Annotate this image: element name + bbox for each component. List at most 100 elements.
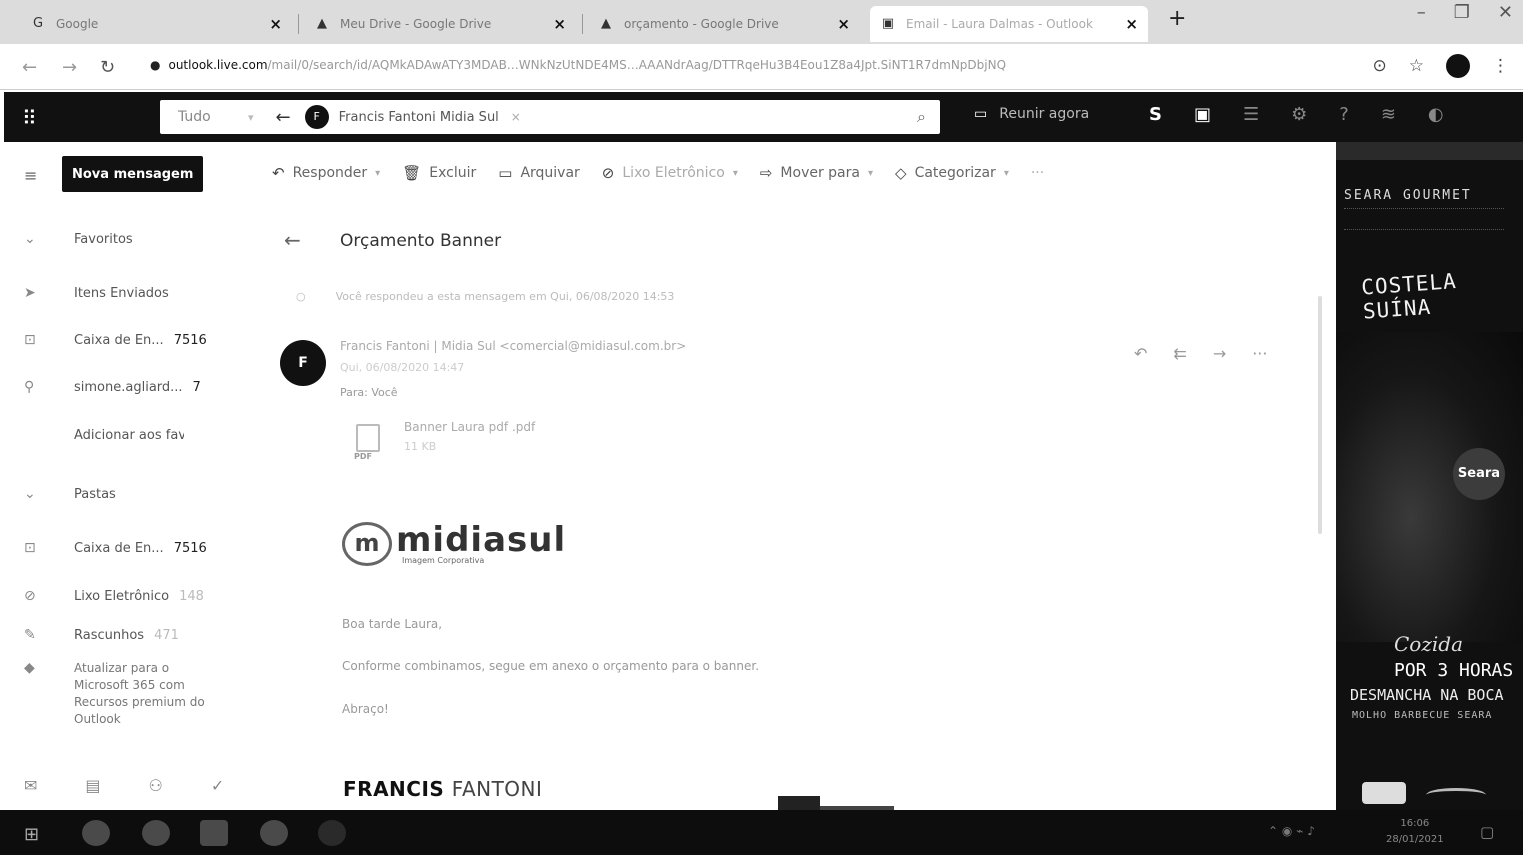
reading-pane-scrollbar[interactable] bbox=[1318, 296, 1322, 534]
tab-orcamento-drive[interactable]: ▲ orçamento - Google Drive × bbox=[588, 6, 860, 42]
chevron-down-icon[interactable]: ▾ bbox=[733, 168, 738, 179]
trash-icon: 🗑 bbox=[402, 164, 422, 182]
video-icon: ▭ bbox=[974, 106, 988, 122]
upgrade-text: Atualizar para o Microsoft 365 com Recur… bbox=[74, 661, 205, 726]
feedback-icon[interactable]: ☰ bbox=[1243, 104, 1259, 125]
sender-avatar[interactable]: F bbox=[280, 340, 326, 386]
hamburger-menu-icon[interactable]: ≡ bbox=[24, 166, 37, 185]
ad-claim-text: DESMANCHA NA BOCA bbox=[1350, 686, 1504, 704]
search-box[interactable]: Tudo ▾ ← F Francis Fantoni Midia Sul × ⌕ bbox=[160, 100, 940, 134]
reply-button[interactable]: ↶ Responder ▾ bbox=[272, 164, 380, 182]
outlook-header: ⠿ Tudo ▾ ← F Francis Fantoni Midia Sul ×… bbox=[4, 92, 1523, 142]
chevron-down-icon[interactable]: ▾ bbox=[248, 111, 254, 124]
tab-close-icon[interactable]: × bbox=[1125, 15, 1138, 33]
office-icon[interactable]: ▣ bbox=[1194, 104, 1211, 125]
restore-icon[interactable]: ❐ bbox=[1454, 2, 1470, 23]
help-icon[interactable]: ? bbox=[1339, 104, 1349, 125]
taskbar-clock[interactable]: 16:06 28/01/2021 bbox=[1386, 816, 1444, 848]
categorize-button[interactable]: ◇ Categorizar ▾ bbox=[895, 164, 1009, 182]
tab-google[interactable]: G Google × bbox=[20, 6, 292, 42]
chrome-app-icon[interactable] bbox=[142, 820, 170, 846]
settings-gear-icon[interactable]: ⚙ bbox=[1291, 104, 1307, 125]
forward-icon[interactable]: → bbox=[62, 57, 77, 78]
logo-name: midiasul bbox=[396, 519, 567, 560]
forward-icon[interactable]: → bbox=[1213, 344, 1226, 363]
kebab-menu-icon[interactable]: ⋮ bbox=[1492, 56, 1509, 76]
app-launcher-icon[interactable]: ⠿ bbox=[22, 106, 37, 130]
nav-inbox-favorite[interactable]: ⊡ Caixa de En... 7516 bbox=[0, 327, 255, 353]
tab-close-icon[interactable]: × bbox=[837, 15, 850, 33]
search-chip-close-icon[interactable]: × bbox=[511, 110, 521, 124]
nav-folders[interactable]: ⌄ Pastas bbox=[0, 481, 255, 507]
unread-count: 7516 bbox=[173, 332, 207, 348]
new-tab-button[interactable]: + bbox=[1168, 6, 1186, 31]
chevron-down-icon[interactable]: ▾ bbox=[1004, 168, 1009, 179]
nav-label: simone.agliard... bbox=[74, 379, 183, 395]
chevron-down-icon[interactable]: ▾ bbox=[868, 168, 873, 179]
close-window-icon[interactable]: ✕ bbox=[1498, 2, 1513, 23]
clock-time: 16:06 bbox=[1400, 818, 1430, 829]
reload-icon[interactable]: ↻ bbox=[100, 57, 115, 78]
ad-cooked-text: Cozida bbox=[1394, 632, 1464, 656]
nav-favorites[interactable]: ⌄ Favoritos bbox=[0, 226, 255, 252]
nav-inbox[interactable]: ⊡ Caixa de En... 7516 bbox=[0, 535, 255, 561]
account-avatar-icon[interactable]: ◐ bbox=[1428, 104, 1444, 125]
system-tray-icons[interactable]: ⌃ ◉ ⌁ ♪ bbox=[1268, 824, 1315, 838]
cast-icon[interactable]: ⊙ bbox=[1373, 56, 1387, 76]
back-arrow-icon[interactable]: ← bbox=[284, 228, 301, 252]
advertisement-panel[interactable]: SEARA GOURMET COSTELA SUÍNA Seara Cozida… bbox=[1336, 142, 1523, 810]
search-back-icon[interactable]: ← bbox=[276, 107, 291, 128]
app-icon[interactable] bbox=[318, 820, 346, 846]
notification-icon[interactable]: ▢ bbox=[1480, 823, 1494, 841]
tab-title: orçamento - Google Drive bbox=[624, 17, 779, 31]
tab-close-icon[interactable]: × bbox=[269, 15, 282, 33]
replied-text: Você respondeu a esta mensagem em Qui, 0… bbox=[335, 290, 675, 303]
unread-count: 148 bbox=[179, 588, 204, 604]
archive-button[interactable]: ▭ Arquivar bbox=[498, 164, 580, 182]
edge-app-icon[interactable] bbox=[82, 820, 110, 846]
search-icon[interactable]: ⌕ bbox=[917, 107, 926, 127]
more-icon[interactable]: ··· bbox=[1252, 344, 1267, 363]
people-icon[interactable]: ⚇ bbox=[149, 776, 163, 795]
tab-meu-drive[interactable]: ▲ Meu Drive - Google Drive × bbox=[304, 6, 576, 42]
nav-label: Itens Enviados bbox=[74, 285, 169, 301]
sender-address[interactable]: Francis Fantoni | Midia Sul <comercial@m… bbox=[340, 339, 686, 353]
nav-simone[interactable]: ⚲ simone.agliard... 7 bbox=[0, 374, 255, 400]
attachment-card[interactable]: PDF Banner Laura pdf .pdf 11 KB bbox=[350, 420, 535, 468]
todo-icon[interactable]: ✓ bbox=[211, 776, 224, 795]
search-scope[interactable]: Tudo bbox=[178, 109, 248, 125]
tab-close-icon[interactable]: × bbox=[553, 15, 566, 33]
move-to-button[interactable]: ⇨ Mover para ▾ bbox=[760, 164, 873, 182]
windows-start-icon[interactable]: ⊞ bbox=[24, 824, 39, 845]
whats-new-icon[interactable]: ≋ bbox=[1381, 104, 1396, 125]
inbox-icon: ⊡ bbox=[24, 540, 36, 556]
back-icon[interactable]: ← bbox=[22, 57, 37, 78]
url-field[interactable]: ● outlook.live.com/mail/0/search/id/AQMkA… bbox=[150, 58, 1335, 72]
mail-icon[interactable]: ✉ bbox=[24, 776, 37, 795]
minimize-icon[interactable]: – bbox=[1417, 2, 1426, 23]
nav-junk[interactable]: ⊘ Lixo Eletrônico 148 bbox=[0, 583, 255, 609]
calendar-icon[interactable]: ▤ bbox=[85, 776, 100, 795]
chevron-down-icon[interactable]: ▾ bbox=[375, 168, 380, 179]
nav-add-favorite[interactable]: Adicionar aos fav... bbox=[0, 422, 255, 448]
meet-now-button[interactable]: ▭ Reunir agora bbox=[974, 106, 1089, 122]
tab-outlook[interactable]: ▣ Email - Laura Dalmas - Outlook × bbox=[870, 6, 1148, 42]
unread-count: 7 bbox=[192, 379, 201, 395]
delete-button[interactable]: 🗑 Excluir bbox=[402, 164, 476, 182]
star-icon[interactable]: ☆ bbox=[1409, 56, 1424, 76]
chevron-down-icon: ⌄ bbox=[24, 486, 36, 502]
upgrade-premium-link[interactable]: ◆ Atualizar para o Microsoft 365 com Rec… bbox=[24, 660, 214, 728]
junk-button[interactable]: ⊘ Lixo Eletrônico ▾ bbox=[602, 164, 738, 182]
more-actions-button[interactable]: ··· bbox=[1031, 165, 1044, 181]
reply-icon: ↶ bbox=[272, 164, 285, 182]
nav-drafts[interactable]: ✎ Rascunhos 471 bbox=[0, 628, 255, 642]
reply-icon[interactable]: ↶ bbox=[1134, 344, 1147, 363]
attachment-name: Banner Laura pdf .pdf bbox=[404, 420, 536, 434]
file-explorer-icon[interactable] bbox=[200, 820, 228, 846]
spotify-app-icon[interactable] bbox=[260, 820, 288, 846]
profile-avatar[interactable] bbox=[1446, 54, 1470, 78]
reply-all-icon[interactable]: ⇇ bbox=[1173, 344, 1186, 363]
skype-icon[interactable]: S bbox=[1149, 104, 1162, 125]
new-message-button[interactable]: Nova mensagem bbox=[62, 156, 204, 192]
nav-sent-items[interactable]: ➤ Itens Enviados bbox=[0, 280, 255, 306]
